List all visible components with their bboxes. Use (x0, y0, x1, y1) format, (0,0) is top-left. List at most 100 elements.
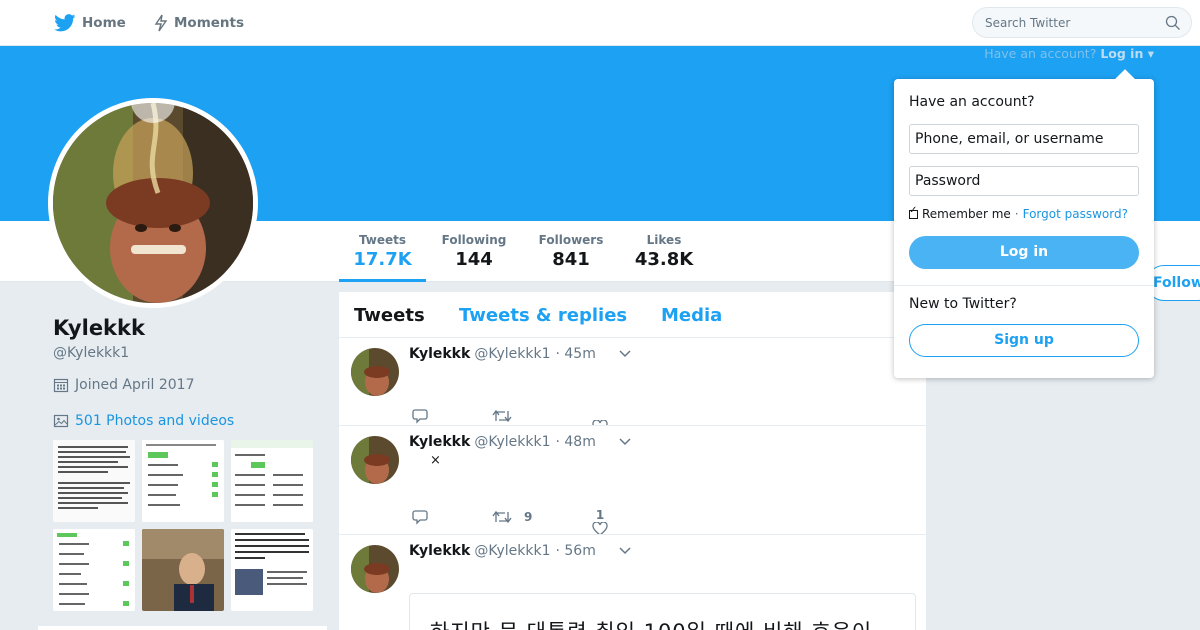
joined-date: Joined April 2017 (53, 377, 195, 393)
tweet[interactable]: Kylekkk @Kylekkk1 · 45m (339, 338, 926, 426)
stat-value: 17.7K (353, 249, 412, 270)
reply-icon (412, 409, 428, 424)
retweet-button[interactable]: 9 (492, 510, 592, 524)
image-icon (53, 414, 69, 428)
stat-value: 841 (552, 249, 590, 270)
like-count: 1 (595, 508, 605, 522)
tweet-timestamp[interactable]: · 56m (556, 543, 596, 559)
stat-label: Tweets (358, 233, 407, 247)
calendar-icon (53, 378, 69, 393)
search-input[interactable] (985, 8, 1165, 37)
photo-thumbnail[interactable] (231, 440, 313, 522)
tab-media[interactable]: Media (661, 305, 722, 326)
tweet-header: Kylekkk @Kylekkk1 · 45m (409, 346, 596, 362)
retweet-icon (492, 409, 512, 423)
signup-button[interactable]: Sign up (909, 324, 1139, 357)
tweet[interactable]: Kylekkk @Kylekkk1 · 48m × 9 1 (339, 426, 926, 535)
stat-value: 43.8K (634, 249, 694, 270)
header-login-prompt: Have an account? Log in ▾ (984, 46, 1154, 61)
tweet-actions (412, 398, 608, 425)
reply-icon (412, 510, 428, 525)
stat-value: 144 (455, 249, 493, 270)
photo-thumbnail[interactable] (142, 440, 224, 522)
photo-thumbnail[interactable] (142, 529, 224, 611)
divider (894, 285, 1154, 286)
nav-home-label: Home (82, 15, 126, 31)
tweet-author-name[interactable]: Kylekkk (409, 543, 470, 559)
search-icon[interactable] (1165, 15, 1181, 31)
new-to-twitter-text: New to Twitter? (909, 296, 1017, 312)
avatar-photo (53, 103, 253, 303)
tweet-author-handle[interactable]: @Kylekkk1 (474, 346, 550, 362)
tweet-avatar[interactable] (351, 436, 399, 484)
login-title: Have an account? (909, 94, 1035, 110)
stat-label: Following (441, 233, 507, 247)
photo-thumbnail[interactable] (231, 529, 313, 611)
photos-videos-label: 501 Photos and videos (75, 413, 235, 429)
sidebar-card (38, 626, 327, 630)
tweet-timestamp[interactable]: · 45m (556, 346, 596, 362)
photo-thumbnail[interactable] (53, 440, 135, 522)
header-login-link[interactable]: Log in (1100, 46, 1143, 61)
tweet-header: Kylekkk @Kylekkk1 · 48m (409, 434, 596, 450)
tab-tweets-replies[interactable]: Tweets & replies (459, 305, 627, 326)
stat-followers[interactable]: Followers 841 (532, 233, 610, 270)
tweet-author-name[interactable]: Kylekkk (409, 346, 470, 362)
follow-button[interactable]: Follow (1146, 265, 1200, 301)
tweet-timestamp[interactable]: · 48m (556, 434, 596, 450)
username-field[interactable] (909, 124, 1139, 154)
profile-handle[interactable]: @Kylekkk1 (53, 345, 129, 361)
tweet-image-card[interactable]: 하지만 문 대통령 취임 100일 때에 비해 호응이 (409, 593, 916, 630)
stat-likes[interactable]: Likes 43.8K (629, 233, 699, 270)
reply-button[interactable] (412, 408, 492, 424)
stat-following[interactable]: Following 144 (436, 233, 512, 270)
nav-home[interactable]: Home (54, 0, 126, 46)
twitter-bird-icon (54, 14, 76, 32)
separator: · (1014, 207, 1019, 221)
stat-tweets[interactable]: Tweets 17.7K (339, 233, 426, 270)
lightning-icon (154, 14, 168, 32)
like-button[interactable]: 1 (592, 508, 608, 534)
search-box (972, 7, 1192, 38)
remember-row: Remember me · Forgot password? (909, 205, 1128, 221)
tweet-author-name[interactable]: Kylekkk (409, 434, 470, 450)
profile-avatar[interactable] (48, 98, 258, 308)
nav-moments[interactable]: Moments (154, 0, 244, 46)
remember-label[interactable]: Remember me (922, 207, 1011, 221)
tweet-avatar[interactable] (351, 545, 399, 593)
profile-name[interactable]: Kylekkk (53, 316, 145, 340)
tweet[interactable]: Kylekkk @Kylekkk1 · 56m 하지만 문 대통령 취임 100… (339, 535, 926, 630)
login-button[interactable]: Log in (909, 236, 1139, 269)
tweet-header: Kylekkk @Kylekkk1 · 56m (409, 543, 596, 559)
forgot-password-link[interactable]: Forgot password? (1023, 207, 1128, 221)
have-account-text: Have an account? (984, 46, 1097, 61)
nav-moments-label: Moments (174, 15, 245, 31)
caret-down-icon[interactable]: ▾ (1143, 46, 1154, 61)
active-tab-underline (339, 279, 426, 282)
retweet-button[interactable] (492, 409, 592, 423)
reply-button[interactable] (412, 509, 492, 525)
timeline: Tweets Tweets & replies Media Kylekkk @K… (339, 292, 926, 630)
timeline-tabs: Tweets Tweets & replies Media (339, 292, 926, 338)
top-navigation: Home Moments (0, 0, 1200, 46)
tweet-author-handle[interactable]: @Kylekkk1 (474, 434, 550, 450)
tweet-image-text: 하지만 문 대통령 취임 100일 때에 비해 호응이 (430, 616, 872, 630)
tweet-author-handle[interactable]: @Kylekkk1 (474, 543, 550, 559)
remember-checkbox[interactable] (909, 205, 918, 219)
retweet-icon (492, 510, 512, 524)
chevron-down-icon[interactable] (619, 438, 631, 446)
chevron-down-icon[interactable] (619, 547, 631, 555)
password-field[interactable] (909, 166, 1139, 196)
tab-tweets[interactable]: Tweets (354, 305, 425, 326)
photo-thumbnail[interactable] (53, 529, 135, 611)
tweet-text: × (430, 453, 441, 468)
photos-videos-link[interactable]: 501 Photos and videos (53, 413, 234, 429)
tweet-actions: 9 1 (412, 498, 608, 534)
stat-label: Followers (538, 233, 604, 247)
login-dropdown: Have an account? Remember me · Forgot pa… (894, 69, 1154, 378)
tweet-avatar[interactable] (351, 348, 399, 396)
chevron-down-icon[interactable] (619, 350, 631, 358)
joined-text: Joined April 2017 (75, 377, 195, 393)
heart-icon (592, 522, 608, 534)
stat-label: Likes (646, 233, 682, 247)
